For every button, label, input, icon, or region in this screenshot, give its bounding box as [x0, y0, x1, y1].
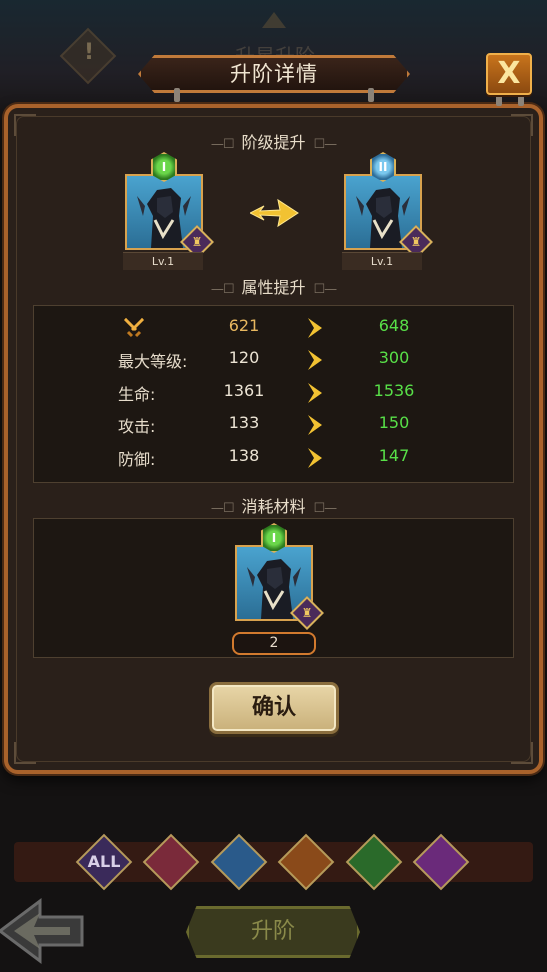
- demon-faction-icon: [142, 833, 200, 891]
- header-ornament: ☐—: [313, 501, 338, 516]
- attr-section-header: —☐ 属性提升 ☐—: [0, 274, 547, 298]
- corner-ornament: [14, 742, 36, 764]
- header-ornament: ☐—: [313, 282, 338, 297]
- back-button[interactable]: [0, 895, 90, 967]
- stat-row-power: 621 648: [34, 316, 515, 340]
- stat-new-value: 147: [378, 446, 410, 465]
- chevron-right-icon: [308, 383, 322, 403]
- stat-new-value: 1536: [373, 381, 415, 400]
- material-count: 2: [232, 632, 316, 655]
- stat-label: 最大等级:: [118, 352, 188, 371]
- stat-row-hp: 生命: 1361 1536: [34, 381, 515, 405]
- stat-old-value: 621: [228, 316, 260, 335]
- confirm-button[interactable]: 确认: [209, 682, 339, 734]
- header-ornament: —☐: [210, 501, 235, 516]
- chevron-right-icon: [308, 448, 322, 468]
- stat-label: 攻击:: [118, 417, 156, 436]
- chevron-right-icon: [308, 318, 322, 338]
- header-ornament: —☐: [210, 137, 235, 152]
- rank-section-title: 阶级提升: [241, 133, 306, 152]
- crown-icon: [262, 12, 286, 28]
- stat-label: 防御:: [118, 450, 156, 469]
- stat-row-defense: 防御: 138 147: [34, 446, 515, 470]
- chevron-right-icon: [308, 415, 322, 435]
- chevron-right-icon: [308, 350, 322, 370]
- stat-row-attack: 攻击: 133 150: [34, 413, 515, 437]
- material-section-header: —☐ 消耗材料 ☐—: [0, 493, 547, 517]
- filter-water-button[interactable]: [210, 833, 268, 891]
- level-label: Lv.1: [123, 252, 203, 270]
- stat-new-value: 648: [378, 316, 410, 335]
- stat-old-value: 1361: [223, 381, 265, 400]
- filter-shadow-button[interactable]: [412, 833, 470, 891]
- material-hero-card[interactable]: I ♜: [233, 523, 324, 647]
- exclamation-icon: !: [83, 40, 95, 65]
- beast-faction-icon: [277, 833, 335, 891]
- stat-old-value: 138: [228, 446, 260, 465]
- upgrade-button[interactable]: 升阶: [186, 906, 360, 958]
- filter-forest-button[interactable]: [345, 833, 403, 891]
- rank-section-header: —☐ 阶级提升 ☐—: [0, 129, 547, 153]
- stat-new-value: 300: [378, 348, 410, 367]
- material-section-title: 消耗材料: [241, 497, 306, 516]
- corner-ornament: [511, 742, 533, 764]
- stat-label: 生命:: [118, 385, 156, 404]
- level-label: Lv.1: [342, 252, 422, 270]
- stats-table: 621 648 最大等级: 120 300 生命: 1361 1536 攻击: …: [33, 305, 514, 483]
- header-ornament: ☐—: [313, 137, 338, 152]
- stat-old-value: 133: [228, 413, 260, 432]
- forest-faction-icon: [345, 833, 403, 891]
- shadow-faction-icon: [412, 833, 470, 891]
- stat-old-value: 120: [228, 348, 260, 367]
- upgrade-arrow-icon: [250, 198, 299, 228]
- hero-card-before: I ♜ Lv.1: [123, 152, 214, 276]
- filter-demon-button[interactable]: [142, 833, 200, 891]
- filter-label: ALL: [87, 852, 121, 871]
- header-ornament: —☐: [210, 282, 235, 297]
- filter-beast-button[interactable]: [277, 833, 335, 891]
- title-pin: [368, 88, 374, 102]
- attr-section-title: 属性提升: [241, 278, 306, 297]
- hero-card-after: II ♜ Lv.1: [342, 152, 433, 276]
- crossed-swords-icon: [123, 317, 145, 338]
- title-pin: [174, 88, 180, 102]
- filter-all-button[interactable]: ALL: [75, 833, 133, 891]
- stat-new-value: 150: [378, 413, 410, 432]
- water-faction-icon: [210, 833, 268, 891]
- close-button[interactable]: X: [486, 53, 532, 95]
- stat-row-max-level: 最大等级: 120 300: [34, 348, 515, 372]
